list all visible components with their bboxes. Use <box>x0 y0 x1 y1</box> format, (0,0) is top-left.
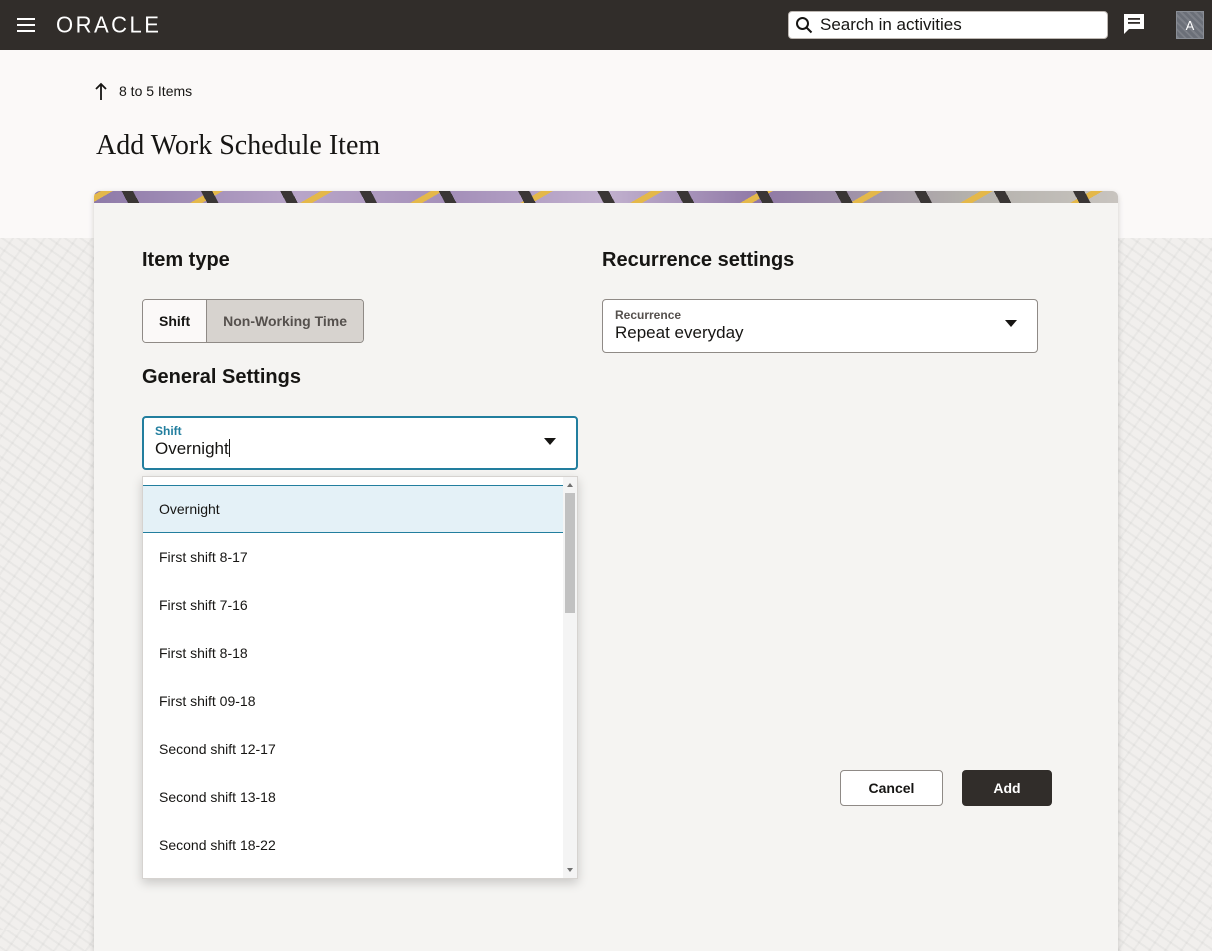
top-bar: ORACLE A <box>0 0 1212 50</box>
search-box[interactable] <box>788 11 1108 39</box>
item-type-shift-button[interactable]: Shift <box>143 300 207 342</box>
shift-option-first-8-18[interactable]: First shift 8-18 <box>143 629 563 677</box>
shift-dropdown-list: Overnight First shift 8-17 First shift 7… <box>142 476 578 879</box>
general-settings-heading: General Settings <box>142 366 301 388</box>
chevron-down-icon[interactable] <box>1005 320 1017 328</box>
card-banner <box>94 191 1118 203</box>
page-title: Add Work Schedule Item <box>96 130 381 161</box>
back-link-label: 8 to 5 Items <box>119 83 193 99</box>
search-icon <box>796 17 813 34</box>
arrow-up-icon <box>95 82 107 100</box>
scroll-thumb[interactable] <box>565 493 575 613</box>
recurrence-field-value: Repeat everyday <box>615 323 744 342</box>
chevron-down-icon[interactable] <box>544 438 556 446</box>
chat-icon[interactable] <box>1122 12 1146 36</box>
shift-option-second-12-17[interactable]: Second shift 12-17 <box>143 725 563 773</box>
shift-option-first-7-16[interactable]: First shift 7-16 <box>143 581 563 629</box>
shift-field-label: Shift <box>155 424 182 438</box>
oracle-logo: ORACLE <box>56 11 162 38</box>
shift-option-second-18-22[interactable]: Second shift 18-22 <box>143 821 563 869</box>
dropdown-scrollbar[interactable] <box>563 477 577 878</box>
scroll-down-arrow-icon[interactable] <box>566 865 574 875</box>
cancel-button[interactable]: Cancel <box>840 770 943 806</box>
shift-field-value-wrap: Overnight <box>155 439 230 459</box>
text-cursor <box>228 439 230 457</box>
hamburger-menu-icon[interactable] <box>14 15 38 35</box>
recurrence-select[interactable]: Recurrence Repeat everyday <box>602 299 1038 353</box>
item-type-non-working-time-button[interactable]: Non-Working Time <box>206 300 364 342</box>
shift-option-first-8-17[interactable]: First shift 8-17 <box>143 533 563 581</box>
recurrence-field-label: Recurrence <box>615 308 682 322</box>
add-button[interactable]: Add <box>962 770 1052 806</box>
search-input[interactable] <box>813 14 1107 36</box>
scroll-up-arrow-icon[interactable] <box>566 480 574 490</box>
shift-options: Overnight First shift 8-17 First shift 7… <box>143 485 563 869</box>
shift-option-first-09-18[interactable]: First shift 09-18 <box>143 677 563 725</box>
recurrence-settings-heading: Recurrence settings <box>602 249 795 271</box>
user-avatar[interactable]: A <box>1176 11 1204 39</box>
shift-option-second-13-18[interactable]: Second shift 13-18 <box>143 773 563 821</box>
shift-field-value[interactable]: Overnight <box>155 439 229 458</box>
item-type-heading: Item type <box>142 249 230 271</box>
shift-select[interactable]: Shift Overnight <box>142 416 578 470</box>
back-link[interactable]: 8 to 5 Items <box>94 81 192 101</box>
shift-option-overnight[interactable]: Overnight <box>143 485 563 533</box>
item-type-toggle: Shift Non-Working Time <box>142 299 365 343</box>
